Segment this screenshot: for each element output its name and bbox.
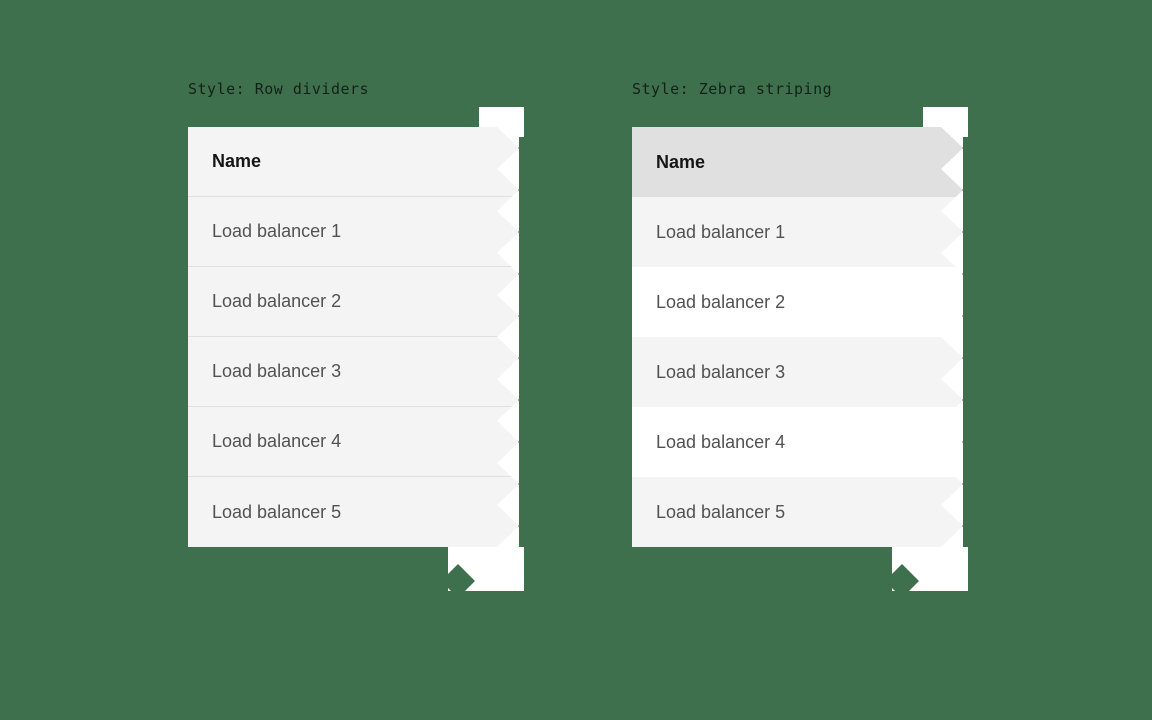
table-row: Load balancer 3 (188, 337, 518, 407)
data-table: Name Load balancer 1 Load balancer 2 Loa… (188, 127, 518, 547)
data-table: Name Load balancer 1 Load balancer 2 Loa… (632, 127, 962, 547)
column-header-name: Name (656, 152, 705, 173)
table-row: Load balancer 2 (632, 267, 962, 337)
cell-name: Load balancer 3 (212, 361, 341, 382)
table-row: Load balancer 5 (632, 477, 962, 547)
table-header: Name (632, 127, 962, 197)
cell-name: Load balancer 1 (656, 222, 785, 243)
cell-name: Load balancer 4 (656, 432, 785, 453)
cell-name: Load balancer 2 (656, 292, 785, 313)
cell-name: Load balancer 1 (212, 221, 341, 242)
table-row: Load balancer 1 (632, 197, 962, 267)
decoration (892, 547, 968, 591)
table-row: Load balancer 3 (632, 337, 962, 407)
decoration (448, 547, 524, 591)
table-row: Load balancer 2 (188, 267, 518, 337)
table-example-zebra: Name Load balancer 1 Load balancer 2 Loa… (632, 107, 962, 547)
table-row: Load balancer 5 (188, 477, 518, 547)
cell-name: Load balancer 5 (656, 502, 785, 523)
column-header-name: Name (212, 151, 261, 172)
table-header: Name (188, 127, 518, 197)
style-label-zebra: Style: Zebra striping (632, 80, 832, 98)
cell-name: Load balancer 3 (656, 362, 785, 383)
table-row: Load balancer 4 (632, 407, 962, 477)
table-example-dividers: Name Load balancer 1 Load balancer 2 Loa… (188, 107, 518, 547)
cell-name: Load balancer 2 (212, 291, 341, 312)
cell-name: Load balancer 4 (212, 431, 341, 452)
table-row: Load balancer 4 (188, 407, 518, 477)
table-row: Load balancer 1 (188, 197, 518, 267)
style-label-dividers: Style: Row dividers (188, 80, 369, 98)
cell-name: Load balancer 5 (212, 502, 341, 523)
